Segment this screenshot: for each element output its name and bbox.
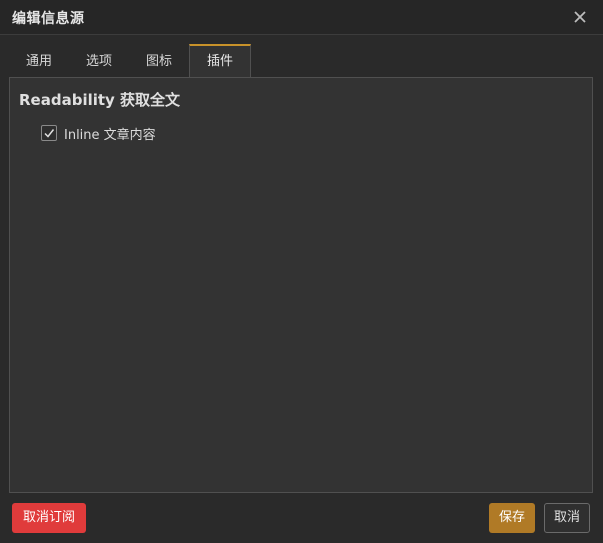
plugins-panel: Readability 获取全文 Inline 文章内容 — [9, 77, 593, 493]
inline-content-label: Inline 文章内容 — [64, 127, 156, 143]
tab-general[interactable]: 通用 — [9, 44, 69, 77]
close-button[interactable] — [571, 8, 589, 26]
edit-feed-dialog: 编辑信息源 通用 选项 图标 插件 Readability 获取全文 Inlin… — [0, 0, 603, 543]
checkmark-icon — [44, 129, 55, 138]
tab-icon[interactable]: 图标 — [129, 44, 189, 77]
dialog-title: 编辑信息源 — [12, 11, 85, 27]
inline-content-checkbox[interactable] — [41, 125, 57, 141]
tab-plugins[interactable]: 插件 — [189, 44, 251, 77]
inline-content-option[interactable]: Inline 文章内容 — [41, 124, 156, 143]
tab-options[interactable]: 选项 — [69, 44, 129, 77]
cancel-button[interactable]: 取消 — [544, 503, 590, 533]
save-button[interactable]: 保存 — [489, 503, 535, 533]
readability-section-title: Readability 获取全文 — [19, 91, 181, 109]
close-icon — [574, 11, 586, 23]
dialog-titlebar: 编辑信息源 — [0, 0, 603, 35]
unsubscribe-button[interactable]: 取消订阅 — [12, 503, 86, 533]
tab-bar: 通用 选项 图标 插件 — [9, 44, 593, 77]
